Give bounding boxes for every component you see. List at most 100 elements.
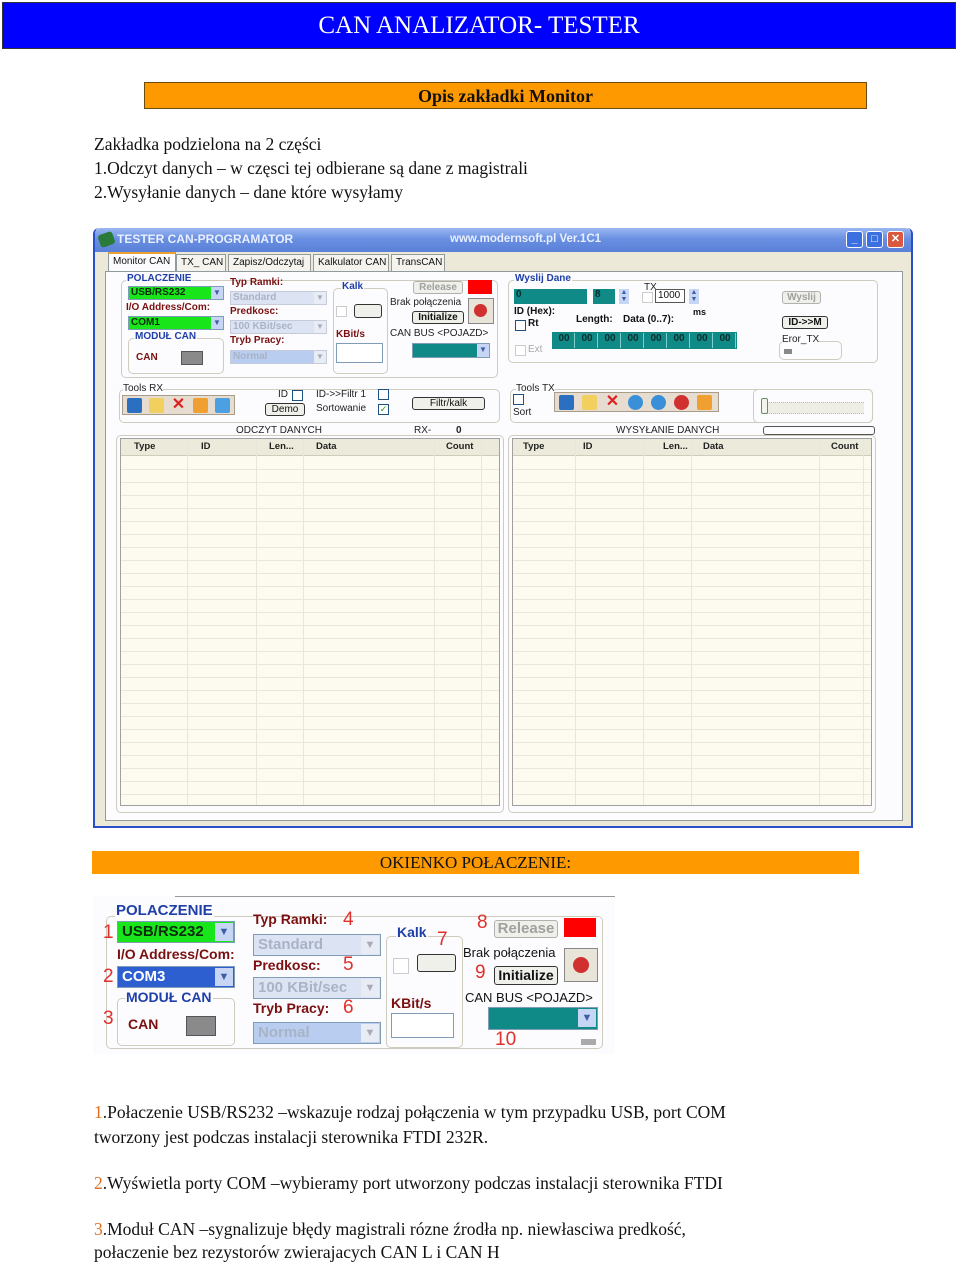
zoom-kalk-button [417,954,456,972]
data-bytes-row: 00 00 00 00 00 00 00 00 [552,332,737,349]
filter-kalk-button[interactable]: Filtr/kalk [412,397,485,410]
rt-checkbox[interactable] [515,320,526,331]
rx-col-data[interactable]: Data [316,441,337,452]
clipboard-icon[interactable] [193,398,208,413]
data-byte-input[interactable]: 00 [692,333,713,348]
tx-col-data[interactable]: Data [703,441,724,452]
fast-forward-icon[interactable] [651,395,666,410]
filter-checkbox[interactable] [378,389,389,400]
mode-select[interactable]: Normal ▼ [230,350,327,364]
stop-icon [468,298,494,324]
data-byte-input[interactable]: 00 [600,333,621,348]
tx-slider-track[interactable] [764,402,864,414]
tools-rx-toolbar: ✕ [122,395,235,415]
id-to-m-button[interactable]: ID->>M [782,316,828,329]
description-1: 1.Połaczenie USB/RS232 –wskazuje rodzaj … [94,1101,726,1124]
close-button[interactable]: ✕ [887,231,904,248]
rx-col-count[interactable]: Count [446,441,473,452]
ext-checkbox[interactable] [515,345,526,356]
release-button[interactable]: Release [413,281,463,294]
save-icon[interactable] [127,398,142,413]
id-input[interactable]: 0 [514,289,587,304]
tx-data-grid[interactable]: Type ID Len... Data Count [512,438,872,806]
folder-icon[interactable] [149,398,164,413]
tx-slider-handle[interactable] [761,398,768,414]
maximize-button[interactable]: □ [866,231,883,248]
chevron-down-icon: ▼ [215,968,233,986]
clipboard-icon[interactable] [697,395,712,410]
data-byte-input[interactable]: 00 [715,333,736,348]
interval-spinner[interactable]: ▲ ▼ [689,289,699,304]
length-input[interactable]: 8 [593,289,615,304]
interval-input[interactable]: 1000 [655,289,685,303]
tab-zapisz-odczytaj[interactable]: Zapisz/Odczytaj [228,254,311,271]
filter-label: ID->>Filtr 1 [316,389,367,400]
section-heading-monitor: Opis zakładki Monitor [144,82,867,109]
data-byte-input[interactable]: 00 [646,333,667,348]
monitor-tab-panel: POLACZENIE USB/RS232 ▼ I/O Address/Com: C… [105,271,903,821]
tx-col-len[interactable]: Len... [663,441,688,452]
description-text: .Połaczenie USB/RS232 –wskazuje rodzaj p… [102,1102,726,1122]
frame-type-select[interactable]: Standard ▼ [230,291,327,305]
kalk-button[interactable] [354,304,382,318]
grid-row-line [121,573,499,574]
ms-label: ms [693,307,707,317]
tab-tx-can[interactable]: TX_ CAN [176,254,226,271]
play-icon[interactable] [628,395,643,410]
grid-row-line [121,638,499,639]
data-byte-input[interactable]: 00 [669,333,690,348]
tab-kalkulator-can[interactable]: Kalkulator CAN [313,254,389,271]
tx-col-count[interactable]: Count [831,441,858,452]
io-address-label: I/O Address/Com: [126,302,211,313]
folder-icon[interactable] [582,395,597,410]
interface-select[interactable]: USB/RS232 ▼ [128,286,224,300]
rx-col-type[interactable]: Type [134,441,155,452]
speed-select[interactable]: 100 KBit/sec ▼ [230,320,327,334]
rx-data-grid[interactable]: Type ID Len... Data Count [120,438,500,806]
stop-icon [564,948,598,982]
data-byte-input[interactable]: 00 [623,333,644,348]
data-byte-input[interactable]: 00 [554,333,575,348]
tools-tx-toolbar: ✕ [554,392,719,412]
zoom-status-indicator [564,918,596,937]
monitor-icon[interactable] [215,398,230,413]
minimize-button[interactable]: _ [846,231,863,248]
kbit-input[interactable] [336,343,383,363]
marker-10: 10 [495,1029,517,1050]
sort-checkbox[interactable]: ✓ [378,404,389,415]
grid-row-line [121,508,499,509]
demo-button[interactable]: Demo [265,403,305,416]
tx-col-type[interactable]: Type [523,441,544,452]
id-label: ID [278,389,288,400]
can-bus-select[interactable]: ▼ [412,343,490,358]
grid-column-line [575,439,576,805]
rx-col-id[interactable]: ID [201,441,211,452]
grid-column-line [691,439,692,805]
grid-row-line [513,586,871,587]
send-button[interactable]: Wyslij [782,291,821,304]
grid-row-line [513,534,871,535]
marker-5: 5 [343,954,354,975]
grid-row-line [121,716,499,717]
length-spinner[interactable]: ▲ ▼ [619,289,629,304]
tx-col-id[interactable]: ID [583,441,593,452]
tab-monitor-can[interactable]: Monitor CAN [108,252,176,271]
save-icon[interactable] [559,395,574,410]
tab-transcan[interactable]: TransCAN [391,254,445,271]
delete-icon[interactable]: ✕ [171,397,186,413]
kalk-checkbox[interactable] [336,306,347,317]
data-byte-input[interactable]: 00 [577,333,598,348]
zoom-port-select: COM3 ▼ [117,966,235,988]
port-select[interactable]: COM1 ▼ [128,316,224,330]
stop-icon[interactable] [674,395,689,410]
id-checkbox[interactable] [292,390,303,401]
rx-col-len[interactable]: Len... [269,441,294,452]
delete-icon[interactable]: ✕ [605,394,620,410]
zoom-can-label: CAN [128,1016,159,1032]
initialize-button[interactable]: Initialize [412,311,464,324]
tx-sort-checkbox[interactable] [513,394,524,405]
tx-checkbox[interactable] [642,292,653,303]
zoom-mode-select: Normal ▼ [253,1022,381,1044]
grid-column-line [303,439,304,805]
zoom-can-led [186,1016,216,1036]
